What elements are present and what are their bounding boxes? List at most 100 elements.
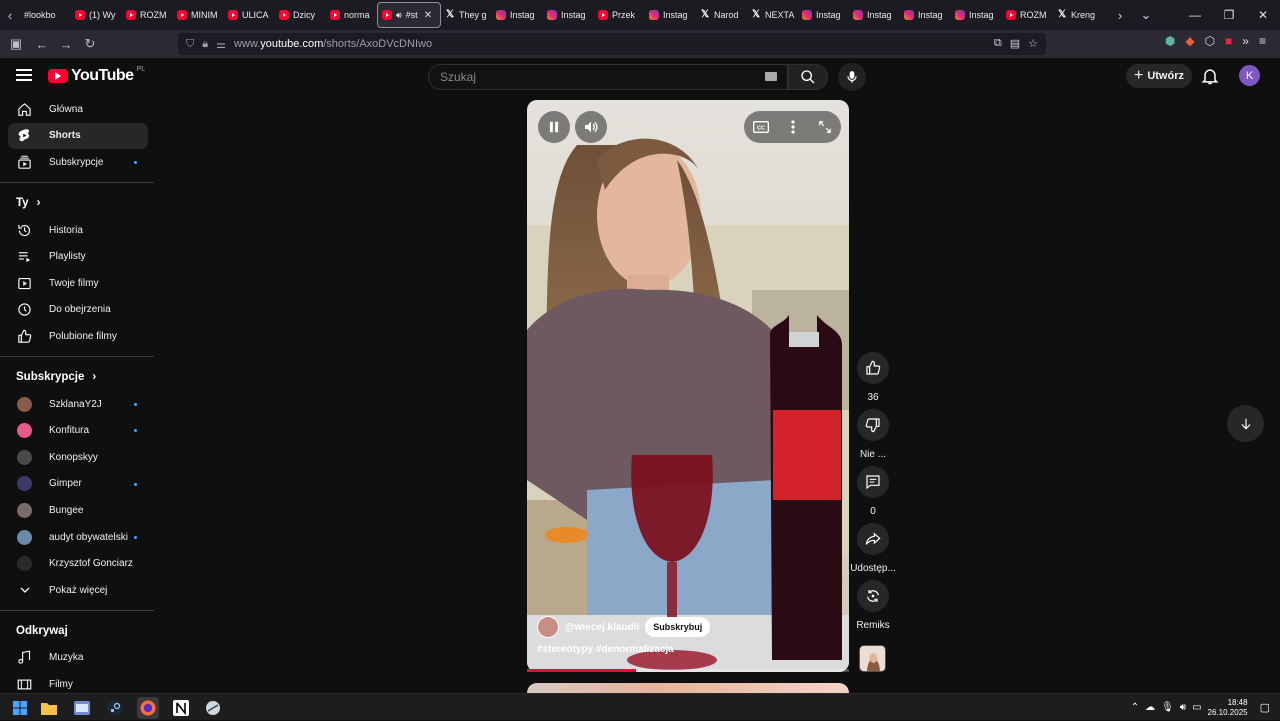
browser-tab[interactable]: Instag [900, 2, 951, 28]
browser-tab[interactable]: 𝕏 Narod [696, 2, 747, 28]
youtube-logo[interactable]: YouTube PL [48, 66, 145, 85]
browser-tab[interactable]: Instag [645, 2, 696, 28]
dislike-button[interactable] [857, 409, 889, 441]
browser-tab[interactable]: 𝕏 NEXTA [747, 2, 798, 28]
browser-tab[interactable]: (1) Wy [71, 2, 122, 28]
sidebar-item-subskrypcje[interactable]: Subskrypcje [8, 149, 148, 176]
sidebar-item-konopskyy[interactable]: Konopskyy [8, 444, 148, 471]
browser-app-icon[interactable] [71, 697, 93, 719]
sidebar-item-bungee[interactable]: Bungee [8, 497, 148, 524]
restore-icon[interactable]: ❐ [1212, 8, 1246, 22]
notifications-icon[interactable]: ▢ [1260, 701, 1270, 714]
volume-button[interactable] [575, 111, 607, 143]
sidebar-item-muzyka[interactable]: Muzyka [8, 645, 148, 672]
sidebar-item-playlisty[interactable]: Playlisty [8, 243, 148, 270]
back-icon[interactable]: ← [30, 37, 54, 52]
next-short-button[interactable] [1227, 405, 1264, 442]
overflow-menu-icon[interactable]: » [1242, 34, 1249, 48]
browser-tab[interactable]: 🔊︎ #st ✕ [377, 2, 441, 28]
browser-tab[interactable]: #lookbo [20, 2, 71, 28]
search-input[interactable]: Szukaj [428, 64, 788, 90]
extension-badge-icon[interactable]: ■ [1225, 34, 1232, 48]
subscribe-button[interactable]: Subskrybuj [645, 617, 711, 637]
channel-avatar[interactable] [537, 616, 559, 638]
tab-audio-icon[interactable]: 🔊︎ [396, 10, 402, 21]
browser-tab[interactable]: Dzicy [275, 2, 326, 28]
sidebar-item-shorts[interactable]: Shorts [8, 122, 148, 150]
minimize-icon[interactable]: — [1178, 8, 1212, 22]
tray-overflow-icon[interactable]: ⌃ [1131, 702, 1139, 713]
tab-scroll-left-icon[interactable]: ‹ [0, 0, 20, 30]
volume-tray-icon[interactable]: 🔊︎ [1180, 702, 1186, 713]
notion-icon[interactable] [170, 697, 192, 719]
permissions-icon[interactable]: ⚌ [216, 38, 226, 51]
extension-shield-icon[interactable]: ⬢ [1165, 34, 1175, 48]
reload-icon[interactable]: ↻ [78, 36, 102, 52]
show-more-button[interactable]: Pokaż więcej [8, 577, 148, 604]
clock[interactable]: 18:48 26.10.2025 [1208, 698, 1248, 718]
browser-tab[interactable]: ULICA [224, 2, 275, 28]
network-icon[interactable]: ▭ [1192, 702, 1201, 713]
browser-tab[interactable]: Instag [492, 2, 543, 28]
steam-icon[interactable] [104, 697, 126, 719]
extension-fox-icon[interactable]: ◆ [1185, 34, 1194, 48]
browser-tab[interactable]: MINIM [173, 2, 224, 28]
firefox-icon[interactable] [137, 697, 159, 719]
sidebar-item-gimper[interactable]: Gimper [8, 471, 148, 498]
remix-button[interactable] [857, 580, 889, 612]
sidebar-item-twoje-filmy[interactable]: Twoje filmy [8, 270, 148, 297]
sidebar-item-historia[interactable]: Historia [8, 217, 148, 244]
browser-tab[interactable]: Instag [543, 2, 594, 28]
sound-thumbnail[interactable] [859, 645, 886, 672]
onedrive-icon[interactable]: ☁ [1145, 702, 1155, 713]
file-explorer-icon[interactable] [38, 697, 60, 719]
notifications-bell-icon[interactable] [1200, 66, 1220, 86]
app-menu-icon[interactable]: ≡ [1259, 34, 1266, 48]
video-progress-bar[interactable] [527, 669, 849, 672]
fullscreen-button[interactable] [809, 111, 841, 143]
browser-tab[interactable]: 𝕏 They g [441, 2, 492, 28]
sidebar-item-filmy[interactable]: Filmy [8, 671, 148, 693]
close-window-icon[interactable]: ✕ [1246, 8, 1280, 22]
pause-button[interactable] [538, 111, 570, 143]
reader-view-icon[interactable]: ▤ [1010, 37, 1020, 50]
sidebar-item-szklanay2j[interactable]: SzklanaY2J [8, 391, 148, 418]
sidebar-toggle-icon[interactable]: ▣ [4, 36, 28, 52]
tracking-shield-icon[interactable]: ⛉ [186, 38, 194, 51]
tab-close-icon[interactable]: ✕ [424, 10, 432, 21]
tab-scroll-right-icon[interactable]: › [1110, 0, 1130, 30]
search-button[interactable] [788, 64, 828, 90]
video-hashtags[interactable]: #stereotypy #denormalizacja [537, 644, 674, 655]
guide-menu-icon[interactable] [16, 69, 32, 81]
keyboard-icon[interactable] [765, 72, 777, 81]
bookmark-star-icon[interactable]: ☆ [1028, 37, 1038, 50]
account-avatar[interactable]: K [1239, 65, 1260, 86]
voice-search-button[interactable] [838, 63, 866, 91]
browser-tab[interactable]: ROZM [122, 2, 173, 28]
forward-icon[interactable]: → [54, 37, 78, 52]
lock-icon[interactable]: 🔒︎ [202, 38, 208, 51]
tab-list-dropdown-icon[interactable]: ⌄ [1136, 0, 1156, 30]
share-button[interactable] [857, 523, 889, 555]
sidebar-item-główna[interactable]: Główna [8, 96, 148, 123]
sidebar-item-konfitura[interactable]: Konfitura [8, 417, 148, 444]
sidebar-item-krzysztof-gonciarz[interactable]: Krzysztof Gonciarz [8, 550, 148, 577]
sidebar-item-audyt-obywatelski[interactable]: audyt obywatelski [8, 524, 148, 551]
microphone-tray-icon[interactable]: 🎙︎ [1161, 702, 1174, 713]
start-icon[interactable] [9, 697, 31, 719]
browser-tab[interactable]: Instag [951, 2, 1002, 28]
pip-icon[interactable]: ⧉ [994, 37, 1002, 50]
sidebar-item-polubione-filmy[interactable]: Polubione filmy [8, 323, 148, 350]
more-options-button[interactable] [777, 111, 809, 143]
address-bar[interactable]: ⛉ 🔒︎ ⚌ www.youtube.com/shorts/AxoDVcDNIw… [178, 33, 1046, 55]
browser-tab[interactable]: 𝕏 Kreng [1053, 2, 1104, 28]
subscriptions-section-header[interactable]: Subskrypcje › [0, 363, 156, 391]
browser-tab[interactable]: Przek [594, 2, 645, 28]
like-button[interactable] [857, 352, 889, 384]
satellite-app-icon[interactable] [202, 697, 224, 719]
shorts-video-player[interactable] [527, 100, 849, 672]
you-section-header[interactable]: Ty › [0, 189, 156, 217]
browser-tab[interactable]: Instag [798, 2, 849, 28]
create-button[interactable]: + Utwórz [1126, 64, 1192, 88]
browser-tab[interactable]: norma [326, 2, 377, 28]
